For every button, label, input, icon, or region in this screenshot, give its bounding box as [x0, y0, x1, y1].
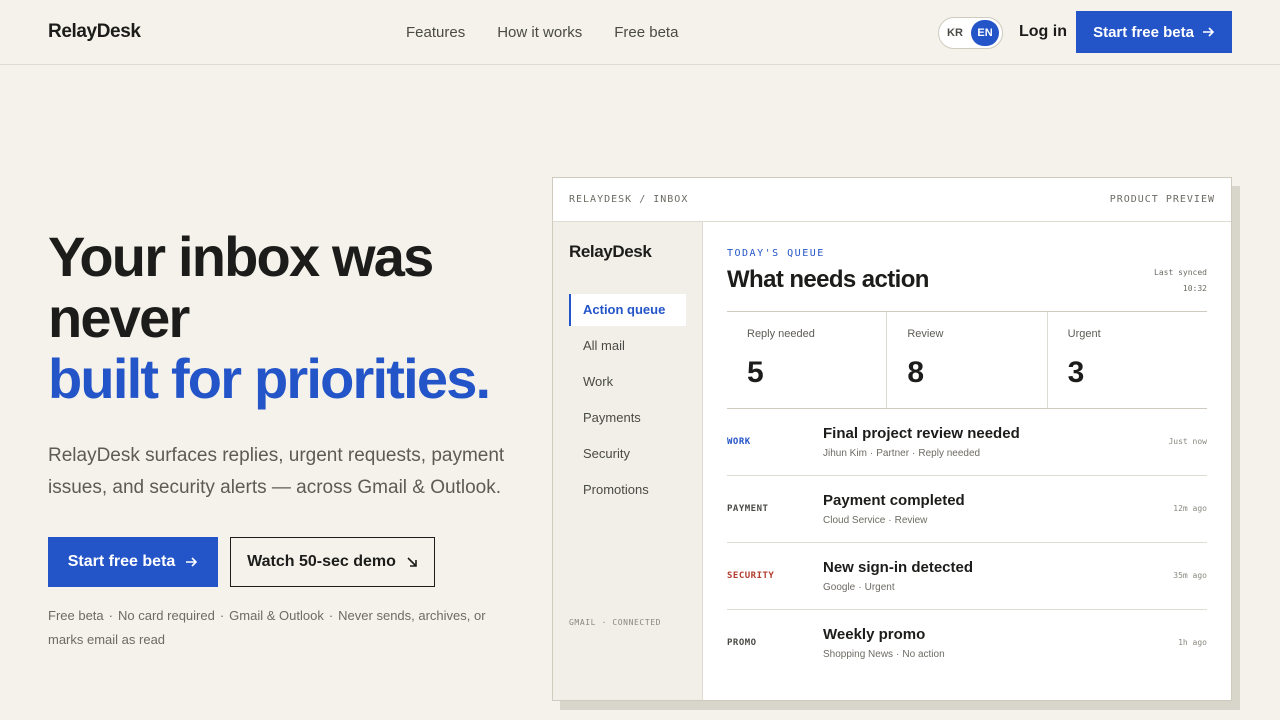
stat-value: 3: [1067, 356, 1085, 389]
stat-value: 8: [907, 356, 925, 389]
preview-badge: PRODUCT PREVIEW: [1109, 194, 1215, 205]
arrow-right-icon: [1202, 27, 1215, 37]
fine-print-item: Gmail & Outlook: [229, 608, 324, 623]
fine-print-item: No card required: [118, 608, 215, 623]
mail-tag: PROMO: [727, 638, 757, 648]
mail-row[interactable]: PAYMENT Payment completed Cloud Service ·…: [727, 476, 1207, 543]
mail-tag: PAYMENT: [727, 504, 769, 514]
stat-value: 5: [747, 356, 764, 389]
synced-time: 10:32: [1182, 284, 1207, 293]
start-beta-label: Start free beta: [67, 553, 176, 570]
headline-line-2: never: [48, 286, 190, 349]
stat-urgent[interactable]: Urgent 3: [1048, 312, 1207, 408]
last-synced: Last synced 10:32: [1154, 265, 1207, 297]
mail-subject: Payment completed: [823, 492, 965, 509]
nav-how-it-works[interactable]: How it works: [497, 24, 582, 41]
mail-meta: Google · Urgent: [823, 582, 895, 593]
mail-time: 1h ago: [1178, 638, 1207, 647]
header-cta-label: Start free beta: [1093, 23, 1194, 41]
gmail-connected-status: GMAIL · CONNECTED: [569, 618, 662, 627]
stat-review[interactable]: Review 8: [887, 312, 1048, 408]
nav-free-beta[interactable]: Free beta: [614, 24, 678, 41]
sidebar-item-work[interactable]: Work: [569, 366, 686, 398]
lang-kr[interactable]: KR: [941, 20, 969, 46]
mail-meta: Cloud Service · Review: [823, 515, 928, 526]
start-beta-button[interactable]: Start free beta: [48, 537, 218, 587]
watch-demo-button[interactable]: Watch 50-sec demo: [230, 537, 435, 587]
mail-time: 35m ago: [1173, 571, 1207, 580]
mail-row[interactable]: WORK Final project review needed Jihun K…: [727, 409, 1207, 476]
sidebar-item-promotions[interactable]: Promotions: [569, 474, 686, 506]
synced-label: Last synced: [1154, 268, 1207, 277]
mail-tag: WORK: [727, 437, 751, 447]
stat-label: Review: [907, 328, 944, 340]
header-start-beta-button[interactable]: Start free beta: [1076, 11, 1232, 53]
stat-label: Reply needed: [747, 328, 815, 340]
language-toggle[interactable]: KR EN: [938, 17, 1003, 49]
mail-subject: New sign-in detected: [823, 559, 974, 576]
site-header: RelayDesk Features How it works Free bet…: [0, 0, 1280, 65]
headline-line-3: built for priorities.: [48, 347, 491, 410]
login-link[interactable]: Log in: [1019, 23, 1067, 41]
sidebar-item-all-mail[interactable]: All mail: [569, 330, 686, 362]
stat-reply-needed[interactable]: Reply needed 5: [727, 312, 888, 408]
mail-meta: Shopping News · No action: [823, 649, 945, 660]
preview-breadcrumb: RELAYDESK / INBOX: [569, 194, 689, 205]
sidebar-item-payments[interactable]: Payments: [569, 402, 686, 434]
arrow-down-right-icon: [407, 557, 417, 567]
sidebar-item-security[interactable]: Security: [569, 438, 686, 470]
fine-print: Free beta · No card required · Gmail & Outlo…: [48, 608, 486, 647]
mail-meta: Jihun Kim · Partner · Reply needed: [823, 448, 981, 459]
hero-headline: Your inbox was never built for prioritie…: [48, 225, 491, 410]
main-nav: Features How it works Free beta: [406, 24, 678, 41]
mail-subject: Weekly promo: [823, 626, 926, 643]
mail-row[interactable]: SECURITY New sign-in detected Google · Urg…: [727, 543, 1207, 610]
mail-time: 12m ago: [1173, 504, 1207, 513]
stat-label: Urgent: [1067, 328, 1101, 340]
preview-topbar: RELAYDESK / INBOX PRODUCT PREVIEW: [553, 178, 1231, 222]
mail-tag: SECURITY: [727, 571, 775, 581]
product-preview-card: RELAYDESK / INBOX PRODUCT PREVIEW RelayD…: [552, 177, 1232, 701]
mail-subject: Final project review needed: [823, 425, 1020, 442]
queue-title: What needs action: [727, 266, 929, 293]
mail-time: Just now: [1168, 437, 1207, 446]
arrow-right-icon: [186, 557, 198, 567]
watch-demo-label: Watch 50-sec demo: [247, 553, 396, 570]
nav-features[interactable]: Features: [406, 24, 465, 41]
queue-label: TODAY'S QUEUE: [727, 248, 825, 259]
fine-print-item: Free beta: [48, 608, 104, 623]
brand-logo[interactable]: RelayDesk: [48, 21, 141, 43]
sidebar-item-action-queue[interactable]: Action queue: [569, 294, 686, 326]
hero-subtext: RelayDesk surfaces replies, urgent reque…: [48, 445, 505, 498]
preview-sidebar: RelayDesk Action queue All mail Work Pay…: [553, 222, 703, 700]
mail-row[interactable]: PROMO Weekly promo Shopping News · No acti…: [727, 610, 1207, 677]
headline-line-1: Your inbox was: [48, 225, 434, 288]
lang-en[interactable]: EN: [971, 20, 999, 46]
stats-row: Reply needed 5 Review 8 Urgent 3: [727, 311, 1207, 409]
sidebar-brand: RelayDesk: [569, 242, 652, 261]
